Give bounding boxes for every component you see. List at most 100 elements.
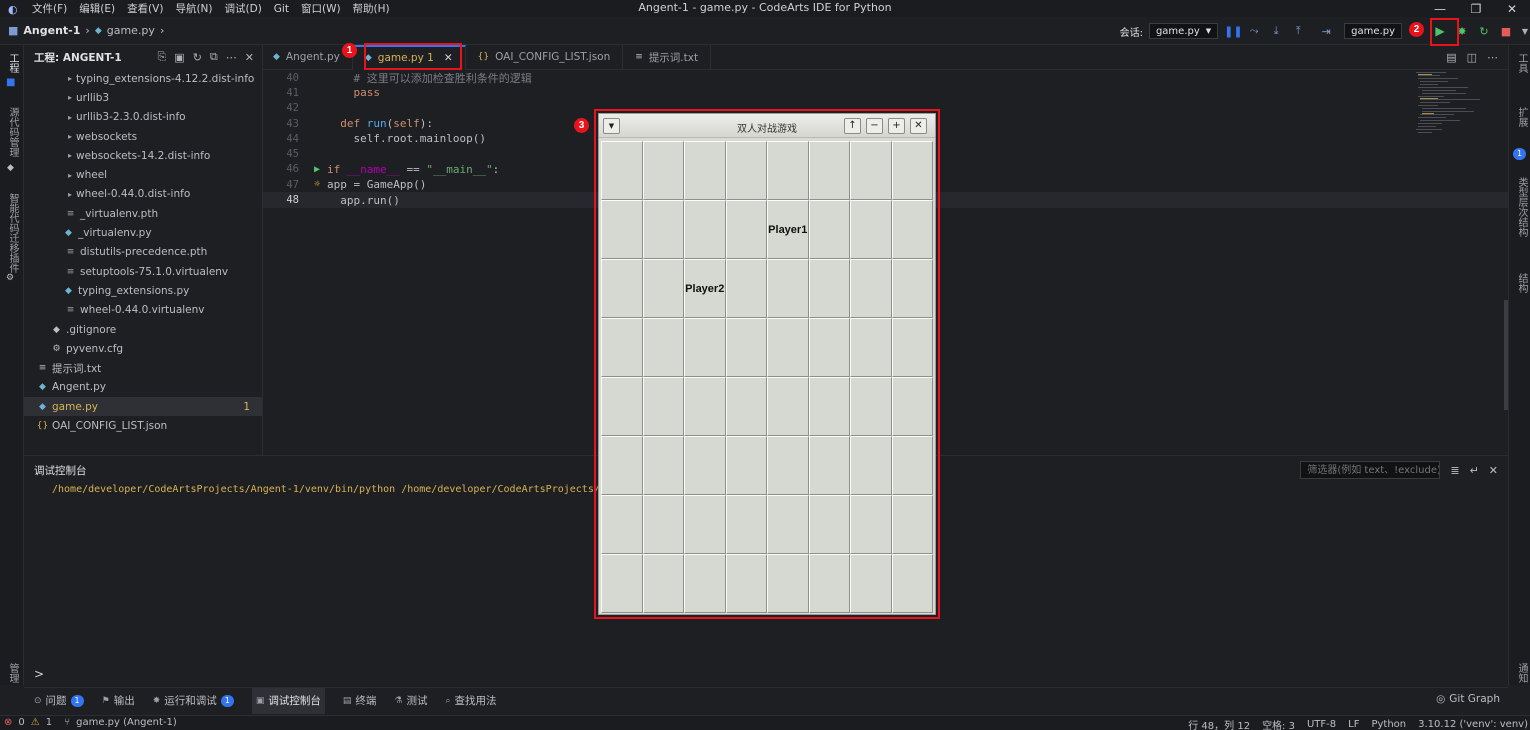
language-mode[interactable]: Python (1371, 719, 1406, 730)
activity-migrate[interactable]: 智能代码迁移插件 (5, 193, 20, 273)
clear-console-icon[interactable]: ≣ (1450, 464, 1459, 477)
board-cell[interactable] (601, 436, 643, 495)
run-config-select[interactable]: game.py (1344, 23, 1402, 39)
board-cell[interactable] (642, 259, 684, 318)
activity-explorer[interactable]: 工程 (5, 53, 20, 73)
board-cell[interactable] (725, 377, 767, 436)
board-cell[interactable] (808, 200, 850, 259)
tree-item[interactable]: ▸ wheel-0.44.0.dist-info (24, 185, 262, 204)
eol[interactable]: LF (1348, 719, 1359, 730)
board-cell[interactable] (891, 495, 933, 554)
warning-count[interactable]: 1 (46, 717, 52, 728)
board-cell[interactable] (767, 377, 809, 436)
session-select[interactable]: game.py ▼ (1148, 23, 1219, 39)
rerun-icon[interactable]: ↻ (1476, 25, 1492, 38)
warning-icon[interactable]: ⚠ (31, 717, 40, 728)
board-cell[interactable] (767, 259, 809, 318)
menu-item[interactable]: 导航(N) (169, 1, 218, 16)
board-cell[interactable] (891, 554, 933, 613)
more-icon[interactable]: ⋯ (226, 51, 237, 64)
board-cell[interactable] (642, 141, 684, 200)
board-cell[interactable] (767, 318, 809, 377)
board-cell[interactable] (725, 259, 767, 318)
game-titlebar[interactable]: ▼ 双人对战游戏 ↑ − + ✕ (599, 114, 935, 138)
menu-item[interactable]: 窗口(W) (295, 1, 347, 16)
board-cell[interactable] (642, 554, 684, 613)
tree-item[interactable]: ≡ setuptools-75.1.0.virtualenv (24, 262, 262, 281)
board-cell[interactable] (891, 436, 933, 495)
more-icon[interactable]: ⋯ (1487, 51, 1498, 64)
indent-setting[interactable]: 空格: 3 (1262, 717, 1295, 730)
debug-icon[interactable]: ✸ (1454, 25, 1470, 38)
board-cell[interactable] (601, 318, 643, 377)
close-icon[interactable]: ✕ (910, 118, 927, 134)
tree-item[interactable]: ▸ wheel (24, 165, 262, 184)
run-gutter-icon[interactable]: ▶ (307, 164, 327, 175)
split-editor-icon[interactable]: ◫ (1467, 51, 1477, 64)
activity-type-hierarchy[interactable]: 类型层次结构 (1514, 177, 1529, 237)
tree-item[interactable]: ≡ wheel-0.44.0.virtualenv (24, 301, 262, 320)
editor-scrollbar[interactable] (1504, 300, 1508, 410)
board-cell[interactable] (642, 436, 684, 495)
board-cell[interactable] (601, 554, 643, 613)
stop-icon[interactable]: ■ (1498, 25, 1514, 38)
python-interpreter[interactable]: 3.10.12 ('venv': venv) (1418, 719, 1528, 730)
board-cell[interactable] (808, 495, 850, 554)
cursor-position[interactable]: 行 48，列 12 (1188, 717, 1250, 730)
board-cell[interactable] (767, 436, 809, 495)
activity-extensions[interactable]: 扩展 (1514, 107, 1529, 127)
run-icon[interactable]: ▶ (1432, 24, 1448, 38)
panel-tab[interactable]: ⌕ 查找用法 (445, 688, 496, 714)
tree-item[interactable]: ◆ .gitignore (24, 320, 262, 339)
board-cell-player[interactable]: Player1 (767, 200, 809, 259)
board-cell[interactable] (601, 141, 643, 200)
board-cell[interactable] (850, 141, 892, 200)
editor-tab[interactable]: {} OAI_CONFIG_LIST.json (466, 44, 624, 70)
menu-item[interactable]: 调试(D) (219, 1, 268, 16)
board-cell[interactable] (808, 436, 850, 495)
board-cell[interactable] (891, 200, 933, 259)
tree-item[interactable]: ◆ Angent.py (24, 378, 262, 397)
lightbulb-icon[interactable]: ☼ (307, 179, 327, 190)
tree-item[interactable]: ≡ 提示词.txt (24, 358, 262, 377)
panel-tab[interactable]: ▣ 调试控制台 (251, 687, 325, 714)
board-cell[interactable] (808, 141, 850, 200)
tree-item[interactable]: ▸ websockets-14.2.dist-info (24, 146, 262, 165)
new-folder-icon[interactable]: ▣ (174, 51, 184, 64)
board-cell[interactable] (850, 495, 892, 554)
board-cell[interactable] (808, 377, 850, 436)
console-input-prompt[interactable]: > (34, 667, 44, 681)
board-cell[interactable] (725, 495, 767, 554)
board-cell[interactable] (725, 200, 767, 259)
tree-item[interactable]: ⚙ pyvenv.cfg (24, 339, 262, 358)
error-icon[interactable]: ⊗ (4, 717, 12, 728)
menu-item[interactable]: 帮助(H) (347, 1, 396, 16)
tree-item[interactable]: {} OAI_CONFIG_LIST.json (24, 416, 262, 435)
board-cell[interactable] (808, 554, 850, 613)
board-cell-player[interactable]: Player2 (684, 259, 726, 318)
board-cell[interactable] (891, 141, 933, 200)
board-cell[interactable] (767, 141, 809, 200)
board-cell[interactable] (850, 318, 892, 377)
panel-tab[interactable]: ⊙ 问题 1 (34, 688, 84, 714)
error-count[interactable]: 0 (18, 717, 24, 728)
board-cell[interactable] (642, 495, 684, 554)
restore-icon[interactable]: ❐ (1458, 2, 1494, 16)
board-cell[interactable] (808, 318, 850, 377)
close-panel-icon[interactable]: ✕ (1489, 464, 1498, 477)
board-cell[interactable] (767, 495, 809, 554)
panel-tab[interactable]: ✸ 运行和调试 1 (153, 688, 234, 714)
board-cell[interactable] (684, 554, 726, 613)
encoding[interactable]: UTF-8 (1307, 719, 1336, 730)
status-file[interactable]: game.py (Angent-1) (76, 717, 177, 728)
code-line[interactable]: 40 # 这里可以添加检查胜利条件的逻辑 (263, 70, 1508, 85)
activity-structure[interactable]: 结构 (1514, 273, 1529, 293)
tree-item[interactable]: ◆ _virtualenv.py (24, 223, 262, 242)
shade-icon[interactable]: ↑ (844, 118, 861, 134)
breadcrumb-file[interactable]: game.py (107, 24, 155, 37)
tree-item[interactable]: ▸ urllib3 (24, 88, 262, 107)
board-cell[interactable] (601, 377, 643, 436)
board-cell[interactable] (808, 259, 850, 318)
step-into-icon[interactable]: ⤓ (1268, 24, 1284, 38)
board-cell[interactable] (850, 377, 892, 436)
